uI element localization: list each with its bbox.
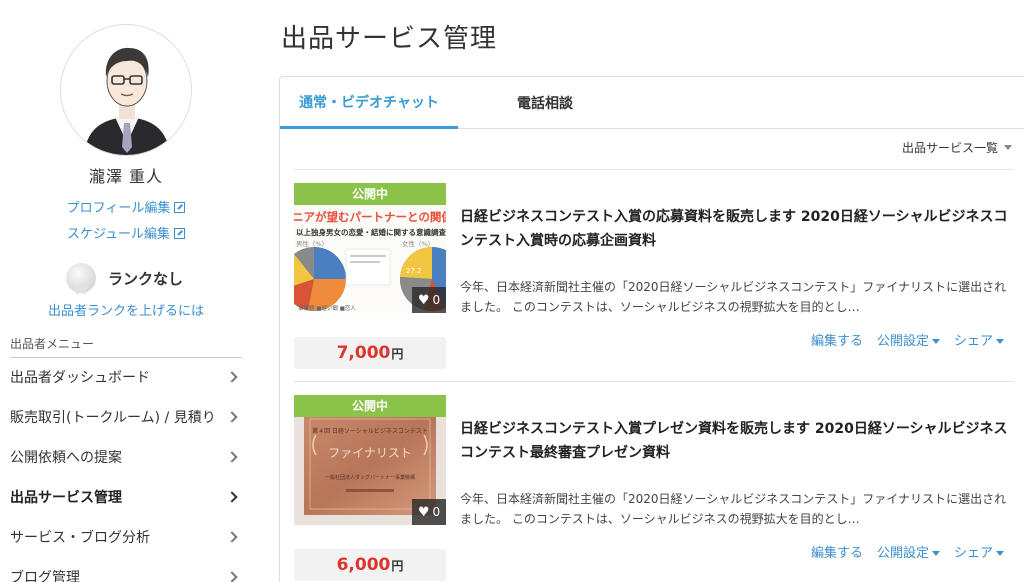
edit-schedule-label: スケジュール編集 [66, 227, 171, 242]
menu-item-label: サービス・ブログ分析 [10, 530, 150, 546]
service-actions: 編集する 公開設定 シェア [811, 330, 1004, 349]
chevron-right-icon [226, 531, 238, 543]
thumb-heading: 第４回 日経ソーシャルビジネスコンテスト [312, 427, 428, 435]
edit-link[interactable]: 編集する [811, 330, 863, 349]
service-list-label: 出品サービス一覧 [901, 141, 998, 155]
menu-item-label: 出品サービス管理 [10, 490, 122, 506]
sidebar: 瀧澤 重人 プロフィール編集 スケジュール編集 ランクなし 出品者ランクを上げる… [0, 0, 250, 582]
caret-down-icon [996, 339, 1004, 344]
menu-item-service-management[interactable]: 出品サービス管理 [10, 477, 242, 517]
menu-item-dashboard[interactable]: 出品者ダッシュボード [10, 357, 242, 397]
favorite-count[interactable]: ♥ 0 [412, 499, 446, 525]
service-item: ニアが望むパートナーとの関係 以上独身男女の恋愛・結婚に関する意識調査 男性（%… [294, 183, 1014, 383]
chevron-right-icon [226, 371, 238, 383]
chevron-right-icon [226, 451, 238, 463]
service-title[interactable]: 日経ビジネスコンテスト入賞の応募資料を販売します 2020日経ソーシャルビジネス… [460, 205, 1010, 253]
thumb-headline: ニアが望むパートナーとの関係 [294, 210, 446, 224]
external-link-icon [174, 228, 186, 239]
chevron-right-icon [226, 571, 238, 582]
share-label: シェア [953, 334, 993, 349]
share-dropdown[interactable]: シェア [954, 542, 1004, 561]
edit-schedule-link[interactable]: スケジュール編集 [0, 223, 252, 242]
price-value: 6,000 [336, 555, 391, 575]
status-badge: 公開中 [294, 183, 446, 205]
service-actions: 編集する 公開設定 シェア [811, 542, 1004, 561]
thumb-subhead: 以上独身男女の恋愛・結婚に関する意識調査 [296, 227, 446, 237]
share-dropdown[interactable]: シェア [954, 330, 1004, 349]
service-description: 今年、日本経済新聞社主催の「2020日経ソーシャルビジネスコンテスト」ファイナリ… [460, 492, 1007, 526]
service-item: 第４回 日経ソーシャルビジネスコンテスト ファイナリスト 一般社団法人ダッグパー… [294, 395, 1014, 582]
thumb-sub: 一般社団法人ダッグパートナー事業機構 [325, 474, 415, 481]
price-value: 7,000 [336, 343, 391, 363]
divider [294, 169, 1014, 170]
divider [294, 381, 1014, 382]
heart-icon: ♥ [417, 292, 430, 308]
service-title[interactable]: 日経ビジネスコンテスト入賞プレゼン資料を販売します 2020日経ソーシャルビジネ… [460, 417, 1010, 465]
caret-down-icon [931, 339, 940, 344]
edit-link[interactable]: 編集する [811, 542, 863, 561]
favorite-count-value: 0 [432, 505, 441, 519]
menu-item-label: 公開依頼への提案 [10, 450, 122, 466]
caret-down-icon [1004, 145, 1012, 150]
publish-settings-dropdown[interactable]: 公開設定 [877, 542, 940, 561]
thumb-label-male: 男性（%） [296, 239, 328, 248]
thumb-value: 27.2 [406, 267, 422, 275]
favorite-count-value: 0 [432, 293, 441, 307]
chevron-right-icon [226, 411, 238, 423]
tab-phone[interactable]: 電話相談 [458, 77, 632, 129]
service-thumbnail[interactable]: 第４回 日経ソーシャルビジネスコンテスト ファイナリスト 一般社団法人ダッグパー… [294, 395, 446, 525]
seller-menu-heading: 出品者メニュー [10, 335, 242, 358]
service-list-dropdown[interactable]: 出品サービス一覧 [902, 139, 1012, 156]
avatar[interactable] [60, 24, 192, 156]
thumb-main: ファイナリスト [328, 446, 412, 460]
profile-name: 瀧澤 重人 [88, 167, 164, 186]
price-unit: 円 [391, 559, 404, 573]
edit-profile-link[interactable]: プロフィール編集 [0, 197, 252, 216]
caret-down-icon [931, 551, 940, 556]
service-thumbnail[interactable]: ニアが望むパートナーとの関係 以上独身男女の恋愛・結婚に関する意識調査 男性（%… [294, 183, 446, 313]
caret-down-icon [996, 551, 1004, 556]
menu-item-label: ブログ管理 [10, 570, 80, 582]
service-price: 6,000円 [294, 549, 446, 581]
page-title: 出品サービス管理 [281, 24, 498, 54]
heart-icon: ♥ [417, 504, 430, 520]
thumb-legend: 事業観 ■遊い観 ■恋人 [298, 304, 356, 312]
publish-settings-label: 公開設定 [876, 334, 929, 349]
rank-label: ランクなし [108, 269, 184, 288]
thumb-label-female: 女性（%） [402, 239, 434, 248]
menu-item-proposals[interactable]: 公開依頼への提案 [10, 437, 242, 477]
menu-item-blog[interactable]: ブログ管理 [10, 557, 242, 582]
services-panel: 通常・ビデオチャット 電話相談 出品サービス一覧 ニアが望むパートナーとの関係 … [279, 76, 1024, 582]
menu-item-label: 出品者ダッシュボード [10, 370, 150, 386]
edit-profile-label: プロフィール編集 [66, 201, 171, 216]
external-link-icon [174, 202, 186, 213]
favorite-count[interactable]: ♥ 0 [412, 287, 446, 313]
tab-bar: 通常・ビデオチャット 電話相談 [280, 77, 1024, 129]
status-badge: 公開中 [294, 395, 446, 417]
service-description: 今年、日本経済新聞社主催の「2020日経ソーシャルビジネスコンテスト」ファイナリ… [460, 280, 1007, 314]
rank-medal-icon [66, 263, 96, 293]
publish-settings-label: 公開設定 [876, 546, 929, 561]
publish-settings-dropdown[interactable]: 公開設定 [877, 330, 940, 349]
share-label: シェア [953, 546, 993, 561]
menu-item-transactions[interactable]: 販売取引(トークルーム) / 見積り [10, 397, 242, 437]
price-unit: 円 [391, 347, 404, 361]
tab-standard-video[interactable]: 通常・ビデオチャット [280, 77, 458, 129]
chevron-right-icon [226, 491, 238, 503]
menu-item-analytics[interactable]: サービス・ブログ分析 [10, 517, 242, 557]
rank-up-link[interactable]: 出品者ランクを上げるには [0, 300, 252, 319]
service-price: 7,000円 [294, 337, 446, 369]
rank-display: ランクなし [66, 263, 183, 293]
menu-item-label: 販売取引(トークルーム) / 見積り [10, 410, 216, 426]
